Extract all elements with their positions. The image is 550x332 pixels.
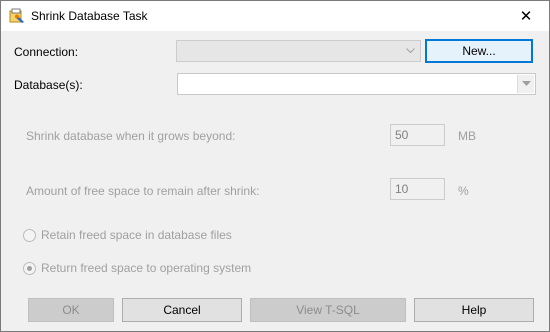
free-space-label: Amount of free space to remain after shr…: [26, 184, 260, 198]
retain-freed-space-label: Retain freed space in database files: [41, 228, 232, 242]
task-wizard-icon: [9, 8, 25, 24]
cancel-button[interactable]: Cancel: [122, 298, 242, 322]
view-tsql-button[interactable]: View T-SQL: [250, 298, 406, 322]
radio-selected-icon: [23, 262, 36, 275]
database-label: Database(s):: [14, 78, 83, 92]
database-combo[interactable]: [177, 73, 536, 95]
connection-label: Connection:: [14, 45, 79, 59]
window-title: Shrink Database Task: [31, 9, 148, 23]
connection-combo[interactable]: [176, 40, 421, 62]
shrink-threshold-input[interactable]: 50: [390, 124, 445, 146]
shrink-threshold-label: Shrink database when it grows beyond:: [26, 129, 236, 143]
shrink-threshold-unit: MB: [458, 129, 476, 143]
retain-freed-space-option[interactable]: Retain freed space in database files: [23, 228, 323, 244]
free-space-input[interactable]: 10: [390, 178, 445, 200]
new-connection-button[interactable]: New...: [425, 39, 533, 63]
close-icon: ✕: [519, 8, 533, 25]
return-freed-space-label: Return freed space to operating system: [41, 261, 252, 275]
title-bar: Shrink Database Task ✕: [1, 1, 549, 31]
shrink-database-dialog: Shrink Database Task ✕ Connection: New..…: [0, 0, 550, 332]
chevron-down-icon: [517, 75, 534, 93]
close-button[interactable]: ✕: [503, 1, 549, 31]
free-space-unit: %: [458, 184, 469, 198]
chevron-down-icon: [402, 43, 418, 59]
radio-unselected-icon: [23, 229, 36, 242]
return-freed-space-option[interactable]: Return freed space to operating system: [23, 261, 323, 277]
ok-button[interactable]: OK: [28, 298, 114, 322]
help-button[interactable]: Help: [414, 298, 534, 322]
